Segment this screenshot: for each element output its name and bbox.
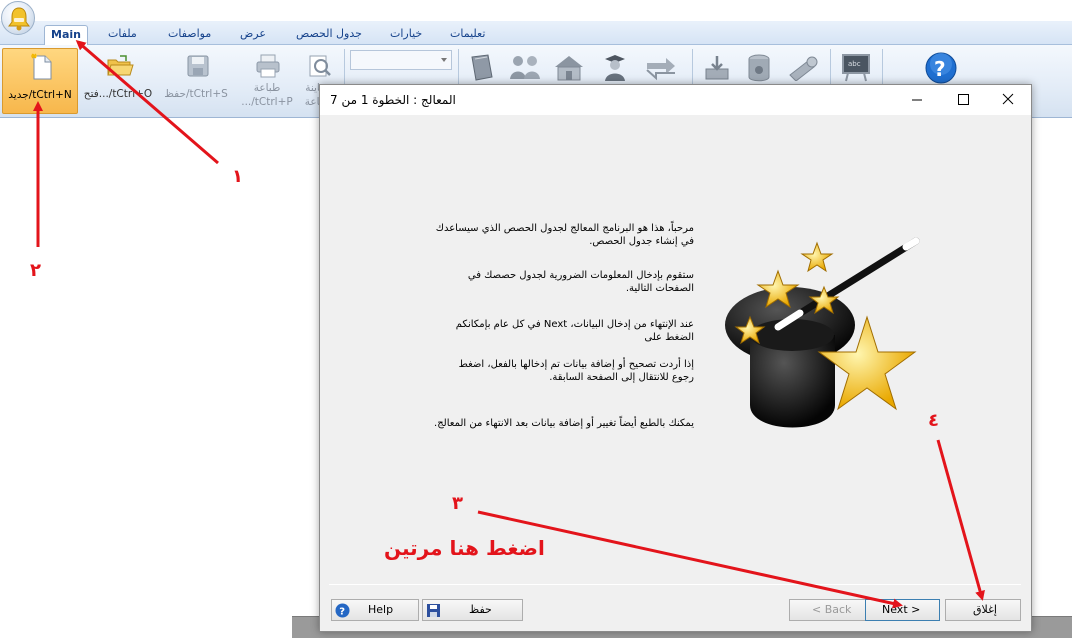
open-button-label: فتح.../tCtrl+O [83,88,153,100]
title-bar [0,0,1072,21]
ribbon-dropdown[interactable] [350,50,452,70]
annotation-marker-4: ٤ [928,410,939,431]
minimize-button[interactable] [894,85,940,115]
open-folder-icon [107,55,134,76]
save-button-label: حفظ [469,603,492,616]
intro-paragraph: مرحباً، هذا هو البرنامج المعالج لجدول ال… [435,223,694,247]
save-disk-icon [187,55,209,77]
dialog-title: المعالج : الخطوة 1 من 7 [330,93,456,107]
teacher-graduate-icon[interactable] [600,53,630,83]
close-button[interactable]: إغلاق [945,599,1021,621]
ribbon-tab-strip: Main ملفات مواصفات عرض جدول الحصص خيارات… [0,21,1072,45]
tab-main[interactable]: Main [44,25,88,45]
tab-options[interactable]: خيارات [384,25,428,45]
magnifier-icon [309,55,331,77]
tab-view[interactable]: عرض [234,25,272,45]
save-icon [427,604,440,617]
dialog-title-bar: المعالج : الخطوة 1 من 7 [320,85,1031,115]
bell-icon [8,7,30,31]
next-button-label: Next > [882,603,921,616]
tab-timetable[interactable]: جدول الحصص [290,25,368,45]
print-button[interactable]: طباعة .../tCtrl+P [236,48,298,114]
print-label-line2: .../tCtrl+P [241,96,293,108]
annotation-marker-3: ٣ [452,493,463,514]
edit-later-paragraph: يمكنك بالطبع أيضاً تغيير أو إضافة بيانات… [434,418,694,429]
new-document-icon [31,53,52,80]
tab-files[interactable]: ملفات [102,25,143,45]
svg-text:?: ? [934,57,946,81]
next-button[interactable]: Next > [865,599,940,621]
blackboard-icon[interactable]: abc [840,51,872,83]
open-button[interactable]: فتح.../tCtrl+O [82,48,154,114]
help-icon: ? [335,603,350,618]
back-button-label: < Back [812,603,852,616]
application-menu-button[interactable] [1,1,35,35]
save-toolbar-label: حفظ/tCtrl+S [164,88,228,100]
export-tray-icon[interactable] [702,53,732,83]
close-window-button[interactable] [985,85,1031,115]
maximize-button[interactable] [940,85,986,115]
new-button-label: جديد/tCtrl+N [8,89,72,101]
chevron-down-icon [441,58,447,62]
print-label-line1: طباعة [253,82,281,94]
new-button[interactable]: جديد/tCtrl+N [2,48,78,114]
transfer-arrows-icon[interactable] [644,55,678,81]
tab-specifications[interactable]: مواصفات [162,25,217,45]
tools-icon[interactable] [786,55,820,81]
save-button[interactable]: حفظ [422,599,523,621]
help-button-label: Help [368,603,394,616]
help-question-icon[interactable]: ? [924,51,958,85]
next-hint-paragraph: عند الإنتهاء من إدخال البيانات، Next في … [455,319,694,343]
database-icon[interactable] [744,53,774,83]
annotation-marker-2: ٢ [30,260,41,281]
info-paragraph: ستقوم بإدخال المعلومات الضرورية لجدول حص… [467,270,694,294]
back-button[interactable]: < Back [789,599,867,621]
svg-text:abc: abc [848,60,861,68]
magic-hat-illustration [725,237,920,428]
close-button-label: إغلاق [973,603,997,616]
annotation-instruction: اضغط هنا مرتين [384,536,545,560]
book-icon[interactable] [466,53,498,83]
button-row-divider [329,584,1021,585]
save-toolbar-button[interactable]: حفظ/tCtrl+S [160,48,232,114]
maximize-icon [958,94,969,105]
school-building-icon[interactable] [552,53,586,83]
close-icon [1002,93,1014,105]
svg-text:?: ? [339,607,345,618]
tab-help[interactable]: تعليمات [444,25,491,45]
help-button[interactable]: ? Help [331,599,419,621]
minimize-icon [912,99,922,101]
app-window: Main ملفات مواصفات عرض جدول الحصص خيارات… [0,0,1072,638]
annotation-marker-1: ١ [232,166,243,187]
back-hint-paragraph: إذا أردت تصحيح أو إضافة بيانات تم إدخاله… [458,359,694,383]
students-group-icon[interactable] [508,53,544,83]
printer-icon [256,54,280,78]
